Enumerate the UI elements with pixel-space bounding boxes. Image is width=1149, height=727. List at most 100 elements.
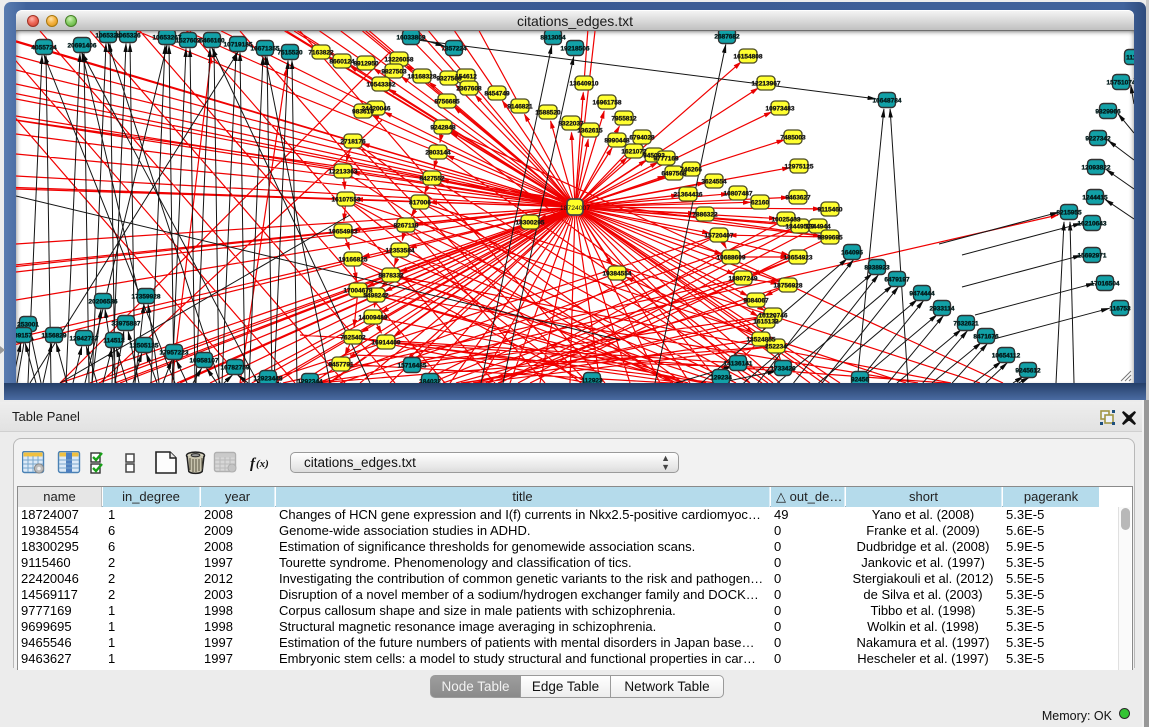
svg-text:9474444: 9474444 xyxy=(909,291,935,298)
svg-text:4055724: 4055724 xyxy=(31,45,57,52)
svg-text:817006: 817006 xyxy=(409,200,431,207)
svg-text:9777169: 9777169 xyxy=(653,156,679,163)
svg-text:16210643: 16210643 xyxy=(1078,221,1107,228)
svg-text:8215955: 8215955 xyxy=(1056,210,1082,217)
svg-text:10025433: 10025433 xyxy=(772,217,801,224)
svg-text:12353584: 12353584 xyxy=(386,248,415,255)
svg-text:16782759: 16782759 xyxy=(221,365,250,372)
svg-text:13654923: 13654923 xyxy=(784,255,813,262)
svg-text:9899695: 9899695 xyxy=(817,235,843,242)
svg-text:1344944: 1344944 xyxy=(805,224,831,231)
svg-text:7886322: 7886322 xyxy=(692,212,718,219)
svg-text:9827503: 9827503 xyxy=(381,69,407,76)
svg-text:19166825: 19166825 xyxy=(339,257,368,264)
svg-text:12213967: 12213967 xyxy=(752,81,781,88)
svg-text:1615132: 1615132 xyxy=(753,319,779,326)
svg-text:33975887: 33975887 xyxy=(112,321,141,328)
svg-text:92456: 92456 xyxy=(851,377,869,384)
svg-text:20691406: 20691406 xyxy=(68,43,97,50)
svg-text:7357224: 7357224 xyxy=(441,46,467,53)
svg-text:17359928: 17359928 xyxy=(132,294,161,301)
svg-text:12213363: 12213363 xyxy=(329,169,358,176)
svg-text:2933114: 2933114 xyxy=(930,306,955,313)
svg-text:8990448: 8990448 xyxy=(604,138,630,145)
svg-text:9115460: 9115460 xyxy=(818,207,843,214)
svg-text:15751074: 15751074 xyxy=(1107,80,1134,87)
svg-text:1588520: 1588520 xyxy=(535,110,561,117)
svg-text:8322037: 8322037 xyxy=(558,121,584,128)
svg-text:12923448: 12923448 xyxy=(254,376,283,383)
svg-text:9463627: 9463627 xyxy=(785,195,811,202)
svg-text:8267110: 8267110 xyxy=(394,223,419,230)
svg-text:10807487: 10807487 xyxy=(724,191,753,198)
svg-text:17016504: 17016504 xyxy=(1091,281,1120,288)
svg-text:8813054: 8813054 xyxy=(540,35,566,42)
svg-text:16961758: 16961758 xyxy=(593,100,622,107)
svg-text:8660124: 8660124 xyxy=(329,59,355,66)
svg-text:2687682: 2687682 xyxy=(714,34,740,41)
svg-text:6479197: 6479197 xyxy=(884,277,910,284)
svg-text:13640910: 13640910 xyxy=(570,81,599,88)
svg-text:9457791: 9457791 xyxy=(328,362,354,369)
svg-text:129234: 129234 xyxy=(710,375,732,382)
svg-text:8878332: 8878332 xyxy=(378,273,404,280)
svg-text:252234: 252234 xyxy=(765,344,787,351)
svg-text:8912950: 8912950 xyxy=(353,61,379,68)
svg-text:9245612: 9245612 xyxy=(1015,368,1041,375)
svg-text:16033809: 16033809 xyxy=(397,35,426,42)
svg-text:10973483: 10973483 xyxy=(766,106,795,113)
svg-text:983610: 983610 xyxy=(352,109,374,116)
svg-text:14136141: 14136141 xyxy=(724,361,753,368)
svg-text:16154808: 16154808 xyxy=(734,54,763,61)
svg-text:10543382: 10543382 xyxy=(367,82,396,89)
svg-text:8756685: 8756685 xyxy=(434,99,460,106)
svg-text:12942737: 12942737 xyxy=(70,336,99,343)
svg-text:112923: 112923 xyxy=(581,378,603,384)
svg-text:164095: 164095 xyxy=(841,250,863,257)
svg-text:62160: 62160 xyxy=(751,200,769,207)
svg-text:114513: 114513 xyxy=(103,338,125,345)
svg-text:1733426: 1733426 xyxy=(770,366,796,373)
svg-text:12975125: 12975125 xyxy=(785,164,814,171)
svg-text:39157: 39157 xyxy=(16,333,32,340)
svg-text:18756928: 18756928 xyxy=(774,283,803,290)
svg-text:1065326: 1065326 xyxy=(115,33,141,40)
svg-text:15716485: 15716485 xyxy=(398,363,427,370)
svg-text:9227342: 9227342 xyxy=(1085,136,1111,143)
svg-text:8454749: 8454749 xyxy=(484,91,510,98)
svg-text:6497568: 6497568 xyxy=(661,171,687,178)
svg-text:18724007: 18724007 xyxy=(560,205,590,212)
svg-text:184032: 184032 xyxy=(419,379,441,384)
svg-text:1156829: 1156829 xyxy=(42,333,67,340)
svg-text:16914409: 16914409 xyxy=(372,340,401,347)
svg-text:6466160: 6466160 xyxy=(199,38,225,45)
svg-text:10654112: 10654112 xyxy=(992,353,1021,360)
svg-text:(x): (x) xyxy=(256,458,269,470)
svg-text:1292344: 1292344 xyxy=(297,379,323,384)
svg-text:12093822: 12093822 xyxy=(1082,165,1111,172)
svg-text:18168328: 18168328 xyxy=(408,74,437,81)
svg-text:16648784: 16648784 xyxy=(873,98,902,105)
svg-text:17004678: 17004678 xyxy=(344,288,373,295)
svg-text:10688609: 10688609 xyxy=(717,255,746,262)
svg-text:21364436: 21364436 xyxy=(674,192,703,199)
svg-text:9242848: 9242848 xyxy=(430,125,456,132)
svg-text:18300295: 18300295 xyxy=(516,220,545,227)
svg-text:8471676: 8471676 xyxy=(973,334,999,341)
svg-text:13226058: 13226058 xyxy=(385,57,414,64)
svg-text:3624554: 3624554 xyxy=(701,179,727,186)
svg-text:16107553: 16107553 xyxy=(332,197,361,204)
svg-text:7515520: 7515520 xyxy=(277,50,303,57)
svg-text:19218506: 19218506 xyxy=(561,46,590,53)
svg-text:10958107: 10958107 xyxy=(190,358,219,365)
svg-text:116753: 116753 xyxy=(1109,306,1131,313)
svg-text:7485003: 7485003 xyxy=(780,135,806,142)
svg-text:15720407: 15720407 xyxy=(705,233,734,240)
svg-text:12505135: 12505135 xyxy=(130,343,159,350)
svg-text:8427552: 8427552 xyxy=(419,176,445,183)
svg-text:1244415: 1244415 xyxy=(1082,195,1108,202)
svg-text:154612: 154612 xyxy=(455,74,477,81)
svg-text:253001: 253001 xyxy=(17,322,39,329)
svg-text:15692971: 15692971 xyxy=(1078,253,1107,260)
svg-text:16671355: 16671355 xyxy=(251,46,280,53)
